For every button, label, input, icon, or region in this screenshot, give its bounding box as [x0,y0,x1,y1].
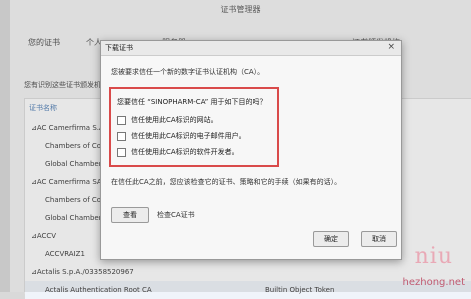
ok-button[interactable]: 确定 [313,231,349,247]
watermark-logo: niu [414,244,453,269]
trust-options-group: 您要信任 “SINOPHARM-CA” 用于如下目的吗？ 信任使用此CA标识的网… [109,87,279,167]
download-certificate-dialog: 下载证书 × 您被要求信任一个新的数字证书认证机构（CA）。 您要信任 “SIN… [100,40,402,260]
view-ca-label: 检查CA证书 [157,211,195,219]
checkbox-icon[interactable] [117,115,126,125]
trust-email-checkbox[interactable]: 信任使用此CA标识的电子邮件用户。 [117,131,246,143]
option-label: 信任使用此CA标识的网站。 [131,116,218,124]
checkbox-icon[interactable] [117,147,126,157]
view-button[interactable]: 查看 [111,207,149,223]
before-trust-note: 在信任此CA之前，您应该检查它的证书、策略和它的手续（如果有的话）。 [111,178,342,186]
trust-software-checkbox[interactable]: 信任使用此CA标识的软件开发者。 [117,147,239,159]
trust-question: 您要信任 “SINOPHARM-CA” 用于如下目的吗？ [117,98,267,106]
dialog-titlebar[interactable]: 下载证书 × [101,41,401,56]
watermark-url: hezhong.net [402,277,465,288]
cancel-button[interactable]: 取消 [361,231,397,247]
dialog-message: 您被要求信任一个新的数字证书认证机构（CA）。 [111,68,265,76]
option-label: 信任使用此CA标识的软件开发者。 [131,148,239,156]
dialog-title: 下载证书 [105,44,133,52]
site-watermark: niu hezhong.net [393,244,465,288]
trust-websites-checkbox[interactable]: 信任使用此CA标识的网站。 [117,115,218,127]
close-icon[interactable]: × [387,42,395,52]
checkbox-icon[interactable] [117,131,126,141]
option-label: 信任使用此CA标识的电子邮件用户。 [131,132,246,140]
